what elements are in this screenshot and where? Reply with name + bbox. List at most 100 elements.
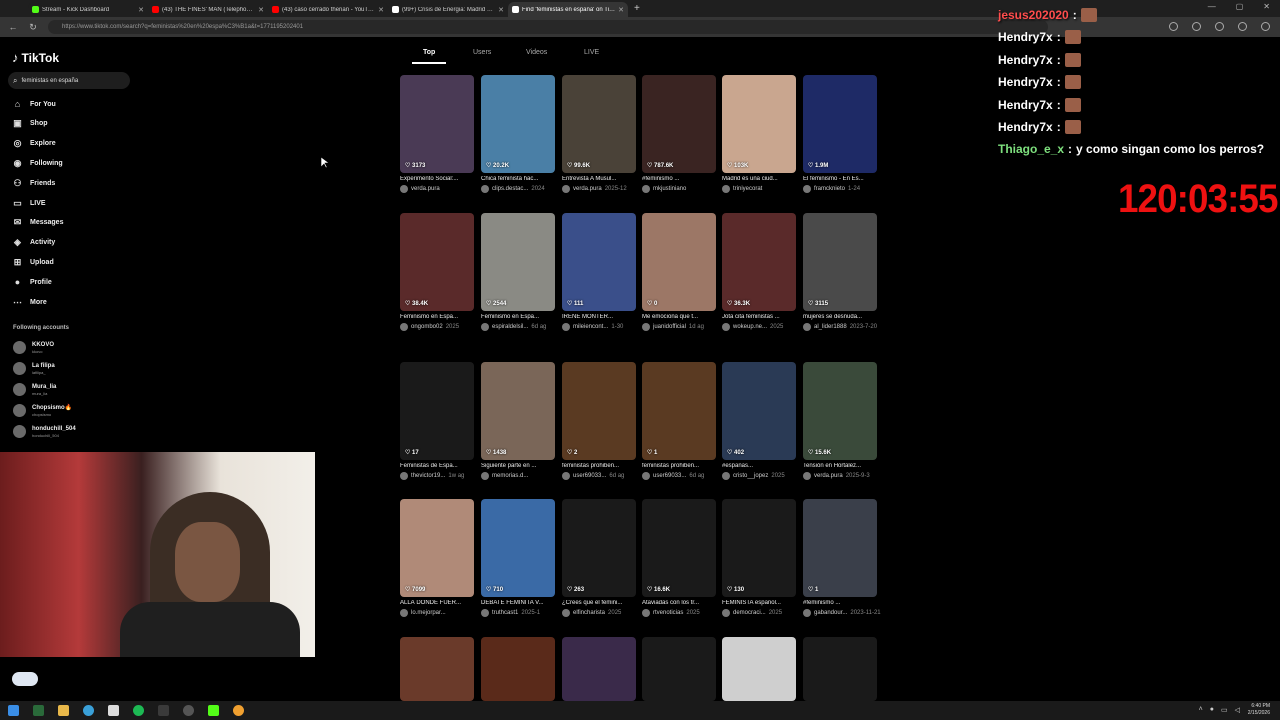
tab-live[interactable]: LIVE <box>584 49 599 56</box>
video-caption[interactable]: Tensión en Hortalez... <box>803 463 877 469</box>
video-thumbnail[interactable]: ♡ 1 <box>642 362 716 460</box>
close-icon[interactable]: ✕ <box>618 6 624 14</box>
video-card[interactable] <box>803 637 877 701</box>
sidebar-item-friends[interactable]: ⚇ Friends <box>12 176 55 190</box>
video-card[interactable] <box>562 637 636 701</box>
video-card[interactable]: ♡ 38.4K Feminismo en Espa... ongombo02 2025 <box>400 213 474 331</box>
video-caption[interactable]: Jota cita feministas ... <box>722 314 796 320</box>
toggle-switch[interactable] <box>12 672 38 686</box>
video-thumbnail[interactable]: ♡ 3115 <box>803 213 877 311</box>
video-caption[interactable]: Feminismo en Espa... <box>400 314 474 320</box>
browser-tab[interactable]: Stream - Kick Dashboard ✕ <box>28 2 148 17</box>
sidebar-item-messages[interactable]: ✉ Messages <box>12 216 64 230</box>
sidebar-item-for-you[interactable]: ⌂ For You <box>12 97 56 111</box>
video-author[interactable]: rtvenoticias <box>653 610 683 616</box>
tab-videos[interactable]: Videos <box>526 49 547 56</box>
video-author[interactable]: mileiencont... <box>573 324 608 330</box>
video-card[interactable]: ♡ 710 DEBATE FEMINITA V... truthcast1 2025-… <box>481 499 555 617</box>
video-thumbnail[interactable]: ♡ 3173 <box>400 75 474 173</box>
sidebar-item-shop[interactable]: ▣ Shop <box>12 117 47 131</box>
video-caption[interactable]: El feminismo - En Es... <box>803 176 877 182</box>
close-window-icon[interactable]: ✕ <box>1263 2 1270 11</box>
close-icon[interactable]: ✕ <box>258 6 264 14</box>
video-caption[interactable]: #feminismo ... <box>803 600 877 606</box>
video-thumbnail[interactable]: ♡ 1.9M <box>803 75 877 173</box>
video-author[interactable]: verda.pura <box>814 473 843 479</box>
sidebar-item-explore[interactable]: ◎ Explore <box>12 137 56 151</box>
clock[interactable]: 6:40 PM 2/15/2026 <box>1248 703 1270 717</box>
video-caption[interactable]: Madrid es una ciud... <box>722 176 796 182</box>
video-thumbnail[interactable]: ♡ 1438 <box>481 362 555 460</box>
video-author[interactable]: democraci... <box>733 610 766 616</box>
chevron-up-icon[interactable]: ˄ <box>1199 706 1203 714</box>
video-author[interactable]: espiraldelsil... <box>492 324 528 330</box>
video-thumbnail[interactable] <box>400 637 474 701</box>
video-thumbnail[interactable] <box>562 637 636 701</box>
back-icon[interactable]: ← <box>8 22 18 32</box>
video-card[interactable]: ♡ 3173 Experimento Social:... verda.pura <box>400 75 474 193</box>
video-author[interactable]: thevictor19... <box>411 473 445 479</box>
terminal-icon[interactable] <box>33 705 44 716</box>
video-card[interactable]: ♡ 130 FEMINISTA español... democraci... 202… <box>722 499 796 617</box>
profile-avatar-icon[interactable] <box>1238 22 1247 31</box>
video-thumbnail[interactable]: ♡ 103K <box>722 75 796 173</box>
folder-icon[interactable] <box>58 705 69 716</box>
following-account[interactable]: La filipa lafilipa_ <box>13 362 55 375</box>
video-card[interactable]: ♡ 15.6K Tensión en Hortalez... verda.pura 2… <box>803 362 877 480</box>
video-author[interactable]: memorias.d... <box>492 473 528 479</box>
video-author[interactable]: verda.pura <box>573 186 602 192</box>
start-icon[interactable] <box>8 705 19 716</box>
video-card[interactable]: ♡ 20.2K Chica feminista hac... clips.desta… <box>481 75 555 193</box>
following-account[interactable]: honduchill_504 honduchill_504 <box>13 425 76 438</box>
following-account[interactable]: Chopsismo🔥 chopsismo <box>13 404 72 417</box>
video-card[interactable]: ♡ 16.6K Ataviadas con los tr... rtvenotici… <box>642 499 716 617</box>
video-caption[interactable]: Chica feminista hac... <box>481 176 555 182</box>
video-caption[interactable]: Me emociona que t... <box>642 314 716 320</box>
video-thumbnail[interactable] <box>803 637 877 701</box>
video-thumbnail[interactable]: ♡ 36.3K <box>722 213 796 311</box>
video-thumbnail[interactable] <box>642 637 716 701</box>
tab-users[interactable]: Users <box>473 49 491 56</box>
minimize-icon[interactable]: — <box>1208 2 1216 11</box>
video-author[interactable]: mkjustiniano <box>653 186 686 192</box>
close-icon[interactable]: ✕ <box>378 6 384 14</box>
video-card[interactable]: ♡ 1.9M El feminismo - En Es... framcknieto… <box>803 75 877 193</box>
video-card[interactable]: ♡ 1 feministas prohiben... user69033... 6d … <box>642 362 716 480</box>
video-card[interactable]: ♡ 2544 Feminismo en Espa... espiraldelsil.… <box>481 213 555 331</box>
video-author[interactable]: lo.mejorpar... <box>411 610 446 616</box>
video-caption[interactable]: feministas prohiben... <box>562 463 636 469</box>
video-card[interactable]: ♡ 787.6K #feminismo ... mkjustiniano <box>642 75 716 193</box>
video-caption[interactable]: Experimento Social:... <box>400 176 474 182</box>
spotify-icon[interactable] <box>133 705 144 716</box>
app-icon[interactable] <box>158 705 169 716</box>
bookmark-icon[interactable] <box>1215 22 1224 31</box>
video-card[interactable]: ♡ 111 IRENE MONTER... mileiencont... 1-30 <box>562 213 636 331</box>
video-author[interactable]: gabandour... <box>814 610 847 616</box>
video-author[interactable]: wokeup.ne... <box>733 324 767 330</box>
video-card[interactable]: ♡ 263 ¿Crees que el femini... elfincharist… <box>562 499 636 617</box>
video-thumbnail[interactable]: ♡ 16.6K <box>642 499 716 597</box>
sidebar-item-following[interactable]: ◉ Following <box>12 156 63 170</box>
video-card[interactable]: ♡ 0 Me emociona que t... juanidofficial 1d … <box>642 213 716 331</box>
video-author[interactable]: verda.pura <box>411 186 440 192</box>
video-thumbnail[interactable]: ♡ 2544 <box>481 213 555 311</box>
close-icon[interactable]: ✕ <box>498 6 504 14</box>
video-card[interactable]: ♡ 402 #españas... cristo__jopez 2025 <box>722 362 796 480</box>
kick-icon[interactable] <box>208 705 219 716</box>
video-caption[interactable]: feministas prohiben... <box>642 463 716 469</box>
network-icon[interactable]: ▭ <box>1221 706 1228 714</box>
downloads-icon[interactable] <box>1192 22 1201 31</box>
video-thumbnail[interactable]: ♡ 17 <box>400 362 474 460</box>
browser-tab[interactable]: (43) caso cerrado therian - YouTu... ✕ <box>268 2 388 17</box>
video-thumbnail[interactable]: ♡ 263 <box>562 499 636 597</box>
browser-tab[interactable]: (43) THE FINES' MAN (Telephone ... ✕ <box>148 2 268 17</box>
reload-icon[interactable]: ↻ <box>28 22 38 33</box>
following-account[interactable]: Mura_lia mura_lia <box>13 383 56 396</box>
video-author[interactable]: truthcast1 <box>492 610 518 616</box>
video-thumbnail[interactable]: ♡ 402 <box>722 362 796 460</box>
video-card[interactable]: ♡ 7099 ALLÁ DONDE FUER... lo.mejorpar... <box>400 499 474 617</box>
video-card[interactable]: ♡ 2 feministas prohiben... user69033... 6d … <box>562 362 636 480</box>
app-icon-2[interactable] <box>233 705 244 716</box>
obs-icon[interactable] <box>183 705 194 716</box>
video-author[interactable]: user69033... <box>573 473 606 479</box>
